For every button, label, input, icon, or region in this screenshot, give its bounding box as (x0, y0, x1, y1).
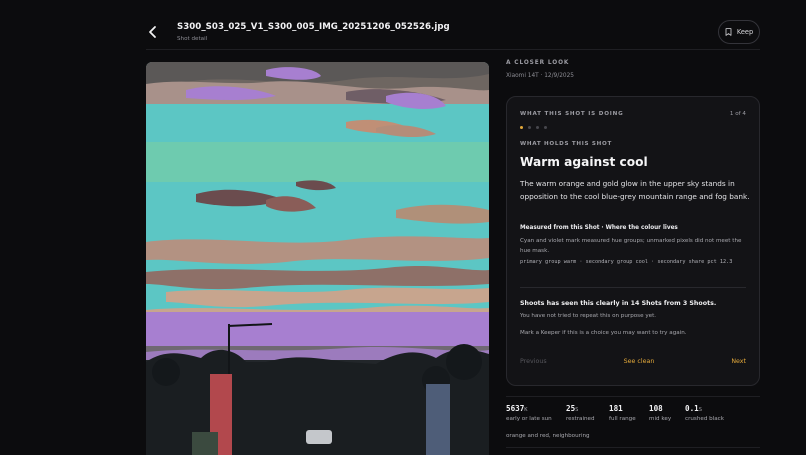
pager-dots (520, 126, 547, 129)
stat-unit: K (524, 407, 528, 413)
pager-dot[interactable] (544, 126, 547, 129)
pager-dot[interactable] (536, 126, 539, 129)
stat-label: restrained (566, 416, 595, 422)
card-nav: Previous See clean Next (520, 358, 746, 365)
keeper-note: Mark a Keeper if this is a choice you ma… (520, 330, 687, 336)
stat-saturation: 25S restrained (566, 404, 595, 422)
stat-range: 181 full range (609, 404, 636, 422)
stat-value: 5637 (506, 404, 525, 413)
pager-dot[interactable] (520, 126, 523, 129)
keep-label: Keep (736, 28, 754, 36)
measured-title: Measured from this Shot · Where the colo… (520, 225, 678, 231)
pager-dot[interactable] (528, 126, 531, 129)
previous-button[interactable]: Previous (520, 358, 547, 365)
insight-card: WHAT THIS SHOT IS DOING 1 of 4 WHAT HOLD… (506, 96, 760, 386)
stat-label: early or late sun (506, 416, 552, 422)
hue-relationship: orange and red, neighbouring (506, 433, 590, 439)
stat-label: crushed black (685, 416, 724, 422)
stat-label: full range (609, 416, 636, 422)
measured-explain: Cyan and violet mark measured hue groups… (520, 238, 742, 254)
stats-row: 5637K early or late sun 25S restrained 1… (506, 396, 760, 448)
repeat-note: You have not tried to repeat this on pur… (520, 313, 657, 319)
stat-kelvin: 5637K early or late sun (506, 404, 552, 422)
back-button[interactable] (146, 24, 160, 40)
stat-key: 108 mid key (649, 404, 671, 422)
stat-black: 0.1S crushed black (685, 404, 724, 422)
page-subtitle: Shot detail (177, 36, 208, 42)
stat-value: 108 (649, 404, 663, 413)
card-headline: Warm against cool (520, 155, 648, 169)
keep-button[interactable]: Keep (718, 20, 760, 44)
hue-mask-photo (146, 62, 489, 455)
stat-label: mid key (649, 416, 672, 422)
file-title: S300_S03_025_V1_S300_005_IMG_20251206_05… (177, 22, 450, 32)
divider (520, 287, 746, 288)
card-header: WHAT THIS SHOT IS DOING 1 of 4 (520, 111, 746, 117)
section-eyebrow: A CLOSER LOOK (506, 60, 570, 66)
see-clean-button[interactable]: See clean (624, 358, 655, 365)
stat-unit: S (698, 407, 703, 413)
seen-summary: Shoots has seen this clearly in 14 Shots… (520, 300, 717, 307)
top-bar: S300_S03_025_V1_S300_005_IMG_20251206_05… (146, 18, 760, 50)
card-label: WHAT THIS SHOT IS DOING (520, 111, 624, 117)
card-body: The warm orange and gold glow in the upp… (520, 179, 750, 201)
camera-meta: Xiaomi 14T · 12/9/2025 (506, 73, 574, 79)
holds-label: WHAT HOLDS THIS SHOT (520, 141, 612, 147)
stat-value: 181 (609, 404, 623, 413)
chevron-left-icon (149, 26, 156, 38)
bookmark-icon (725, 28, 732, 36)
card-counter: 1 of 4 (729, 111, 746, 117)
shot-photo (146, 62, 489, 455)
closer-look-header: A CLOSER LOOK Xiaomi 14T · 12/9/2025 (506, 60, 760, 79)
stat-unit: S (575, 407, 579, 413)
stat-value: 0.1 (685, 404, 699, 413)
next-button[interactable]: Next (731, 358, 746, 365)
measured-values: primary group warm · secondary group coo… (520, 259, 733, 265)
stat-value: 25 (566, 404, 576, 413)
